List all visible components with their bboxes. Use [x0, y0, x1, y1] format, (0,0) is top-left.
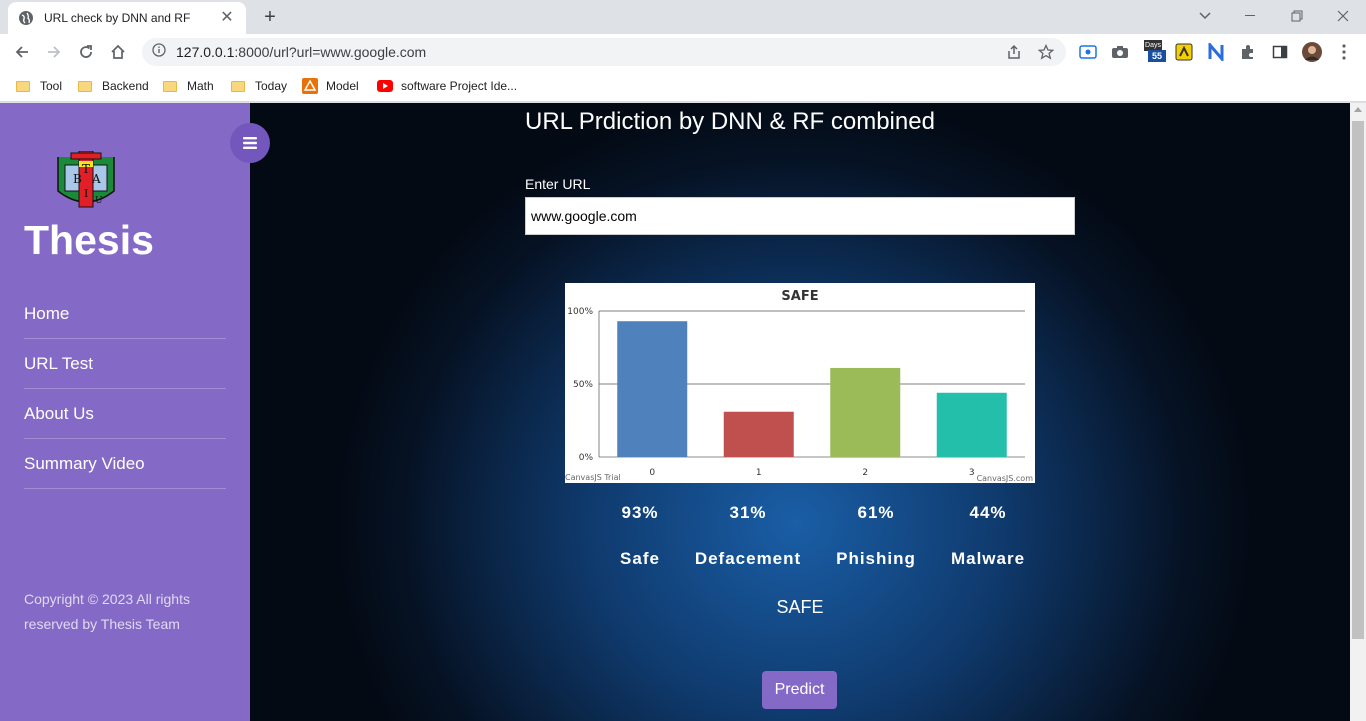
- folder-icon: [78, 80, 92, 92]
- url-input[interactable]: [525, 197, 1075, 235]
- bookmark-label: Backend: [102, 79, 149, 93]
- chart-credit-left: CanvasJS Trial: [565, 473, 621, 482]
- chart-x-tick: 2: [862, 468, 868, 478]
- prediction-chart: SAFE 0% 50% 100% 0 1 2 3 CanvasJS Trial Canvas…: [565, 283, 1035, 483]
- reload-icon[interactable]: [74, 40, 98, 64]
- scrollbar-thumb[interactable]: [1352, 121, 1364, 639]
- chart-credit-right[interactable]: CanvasJS.com: [977, 474, 1034, 483]
- bookmark-software-project[interactable]: software Project Ide...: [377, 76, 517, 96]
- folder-icon: [16, 80, 30, 92]
- close-tab-icon[interactable]: ✕: [218, 9, 236, 27]
- globe-icon: [18, 10, 34, 26]
- back-icon[interactable]: [10, 40, 34, 64]
- days-counter-icon[interactable]: Days 55: [1142, 40, 1166, 62]
- sidebar: B T A I U Thesis Home URL Test About Us …: [0, 103, 250, 721]
- days-badge: 55: [1148, 50, 1166, 62]
- chart-title: SAFE: [781, 289, 818, 304]
- page-scrollbar[interactable]: [1350, 103, 1366, 721]
- screen-recorder-icon[interactable]: [1078, 42, 1098, 62]
- side-panel-icon[interactable]: [1270, 42, 1290, 62]
- scroll-up-arrow-icon[interactable]: [1354, 107, 1362, 112]
- stat-malware-percent: 44%: [969, 503, 1007, 522]
- url-text: 127.0.0.1:8000/url?url=www.google.com: [176, 44, 427, 60]
- share-icon[interactable]: [1006, 44, 1022, 65]
- brand-title: Thesis: [24, 217, 154, 263]
- sidebar-menu: Home URL Test About Us Summary Video: [24, 289, 226, 489]
- chart-y-tick: 50%: [573, 380, 593, 390]
- chart-bar-1[interactable]: [723, 411, 794, 457]
- chart-y-tick: 100%: [567, 307, 593, 317]
- chart-bar-2[interactable]: [830, 367, 901, 457]
- chart-bar-3[interactable]: [936, 392, 1007, 457]
- category-malware: Malware: [950, 549, 1026, 568]
- forward-icon[interactable]: [42, 40, 66, 64]
- chart-x-tick: 3: [969, 468, 975, 478]
- bookmark-backend[interactable]: Backend: [78, 76, 149, 96]
- chart-bar-0[interactable]: [617, 321, 688, 457]
- camera-icon[interactable]: [1110, 42, 1130, 62]
- bookmark-label: Today: [255, 79, 288, 93]
- copyright-text: Copyright © 2023 All rights reserved by …: [24, 591, 190, 632]
- predict-button[interactable]: Predict: [762, 671, 837, 709]
- chart-y-tick: 0%: [579, 453, 594, 463]
- folder-icon: [163, 80, 177, 92]
- menu-kebab-icon[interactable]: [1334, 42, 1354, 62]
- profile-avatar[interactable]: [1302, 42, 1322, 62]
- chart-x-tick: 1: [756, 468, 762, 478]
- svg-text:A: A: [91, 172, 101, 186]
- url-input-label: Enter URL: [525, 176, 591, 192]
- stat-defacement-percent: 31%: [729, 503, 767, 522]
- svg-text:I: I: [84, 187, 88, 200]
- bookmark-label: software Project Ide...: [401, 79, 518, 93]
- home-icon[interactable]: [106, 40, 130, 64]
- tab-strip: URL check by DNN and RF ✕ +: [0, 0, 1366, 34]
- prediction-result: SAFE: [776, 597, 824, 617]
- minimize-button[interactable]: [1228, 4, 1274, 28]
- sidebar-item-about-us[interactable]: About Us: [24, 389, 226, 439]
- sidebar-item-summary-video[interactable]: Summary Video: [24, 439, 226, 489]
- thesis-logo: B T A I U: [55, 150, 117, 209]
- sidebar-item-home[interactable]: Home: [24, 289, 226, 339]
- bookmark-label: Math: [187, 79, 214, 93]
- bookmark-star-icon[interactable]: [1037, 43, 1055, 65]
- browser-tab[interactable]: URL check by DNN and RF ✕: [8, 2, 246, 34]
- page-viewport: B T A I U Thesis Home URL Test About Us …: [0, 103, 1366, 721]
- sidebar-item-url-test[interactable]: URL Test: [24, 339, 226, 389]
- extension-yellow-icon[interactable]: [1174, 42, 1194, 62]
- extensions-puzzle-icon[interactable]: [1238, 42, 1258, 62]
- category-defacement: Defacement: [694, 549, 802, 568]
- bookmark-model[interactable]: Model: [302, 76, 359, 96]
- model-icon: [302, 78, 318, 94]
- browser-toolbar: 127.0.0.1:8000/url?url=www.google.com Da…: [0, 34, 1366, 70]
- bookmarks-bar: Tool Backend Math Today Model software P…: [0, 70, 1366, 102]
- close-window-button[interactable]: [1320, 4, 1366, 28]
- chart-x-tick: 0: [649, 468, 655, 478]
- stat-phishing-percent: 61%: [857, 503, 895, 522]
- sidebar-toggle-button[interactable]: [230, 123, 270, 163]
- chart-canvas: SAFE 0% 50% 100% 0 1 2 3 CanvasJS Trial Canvas…: [565, 289, 1034, 483]
- stat-safe-percent: 93%: [621, 503, 659, 522]
- tab-title: URL check by DNN and RF: [44, 11, 191, 25]
- youtube-icon: [377, 80, 393, 92]
- bookmark-today[interactable]: Today: [231, 76, 287, 96]
- bookmark-label: Tool: [40, 79, 63, 93]
- address-bar[interactable]: 127.0.0.1:8000/url?url=www.google.com: [142, 38, 1066, 66]
- bookmark-math[interactable]: Math: [163, 76, 214, 96]
- bookmark-label: Model: [326, 79, 359, 93]
- extension-n-icon[interactable]: [1206, 42, 1226, 62]
- site-info-icon[interactable]: [152, 42, 166, 62]
- folder-icon: [231, 80, 245, 92]
- restore-button[interactable]: [1274, 4, 1320, 28]
- tab-search-icon[interactable]: [1182, 4, 1228, 28]
- new-tab-button[interactable]: +: [258, 5, 282, 29]
- bookmark-tool[interactable]: Tool: [16, 76, 62, 96]
- svg-text:B: B: [73, 172, 82, 186]
- svg-text:U: U: [95, 196, 103, 206]
- page-title: URL Prdiction by DNN & RF combined: [525, 108, 935, 135]
- main-content: URL Prdiction by DNN & RF combined Enter…: [250, 103, 1350, 721]
- svg-text:T: T: [82, 162, 90, 176]
- hamburger-icon: [243, 137, 257, 149]
- chart-bars: [617, 321, 1007, 457]
